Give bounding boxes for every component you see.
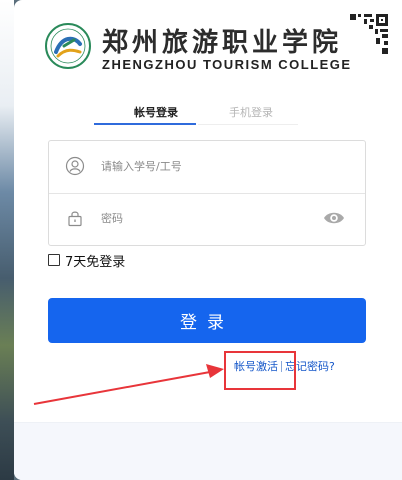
active-tab-indicator — [94, 123, 196, 125]
card-footer — [14, 422, 402, 480]
tab-account-login[interactable]: 帐号登录 — [134, 104, 178, 120]
user-icon — [65, 156, 85, 176]
password-field — [49, 193, 365, 245]
lock-icon — [68, 211, 82, 227]
account-links: 帐号激活 忘记密码? — [234, 357, 335, 375]
remember-label: 7天免登录 — [65, 254, 126, 270]
login-tabs: 帐号登录 手机登录 — [94, 104, 334, 125]
remember-me[interactable]: 7天免登录 — [48, 251, 126, 270]
tab-divider — [198, 124, 298, 125]
college-logo: 郑州旅游职业学院 ZHENGZHOU TOURISM COLLEGE — [44, 20, 350, 76]
forgot-password-link[interactable]: 忘记密码? — [285, 358, 335, 374]
password-input[interactable] — [101, 207, 301, 229]
college-name-cn: 郑州旅游职业学院 — [102, 28, 343, 58]
eye-icon[interactable] — [323, 209, 345, 227]
login-button[interactable]: 登录 — [48, 298, 366, 343]
username-input[interactable] — [101, 155, 301, 177]
login-form — [48, 140, 366, 246]
tab-phone-login[interactable]: 手机登录 — [229, 104, 273, 120]
background-photo — [0, 0, 14, 480]
college-name-en: ZHENGZHOU TOURISM COLLEGE — [102, 57, 352, 72]
remember-checkbox[interactable] — [48, 254, 60, 266]
qr-code-icon[interactable] — [346, 12, 390, 56]
login-card: 郑州旅游职业学院 ZHENGZHOU TOURISM COLLEGE 帐号登录 … — [14, 0, 402, 480]
username-field — [49, 141, 365, 194]
link-separator — [281, 360, 282, 372]
activate-account-link[interactable]: 帐号激活 — [234, 358, 278, 374]
college-emblem-icon — [45, 23, 91, 69]
